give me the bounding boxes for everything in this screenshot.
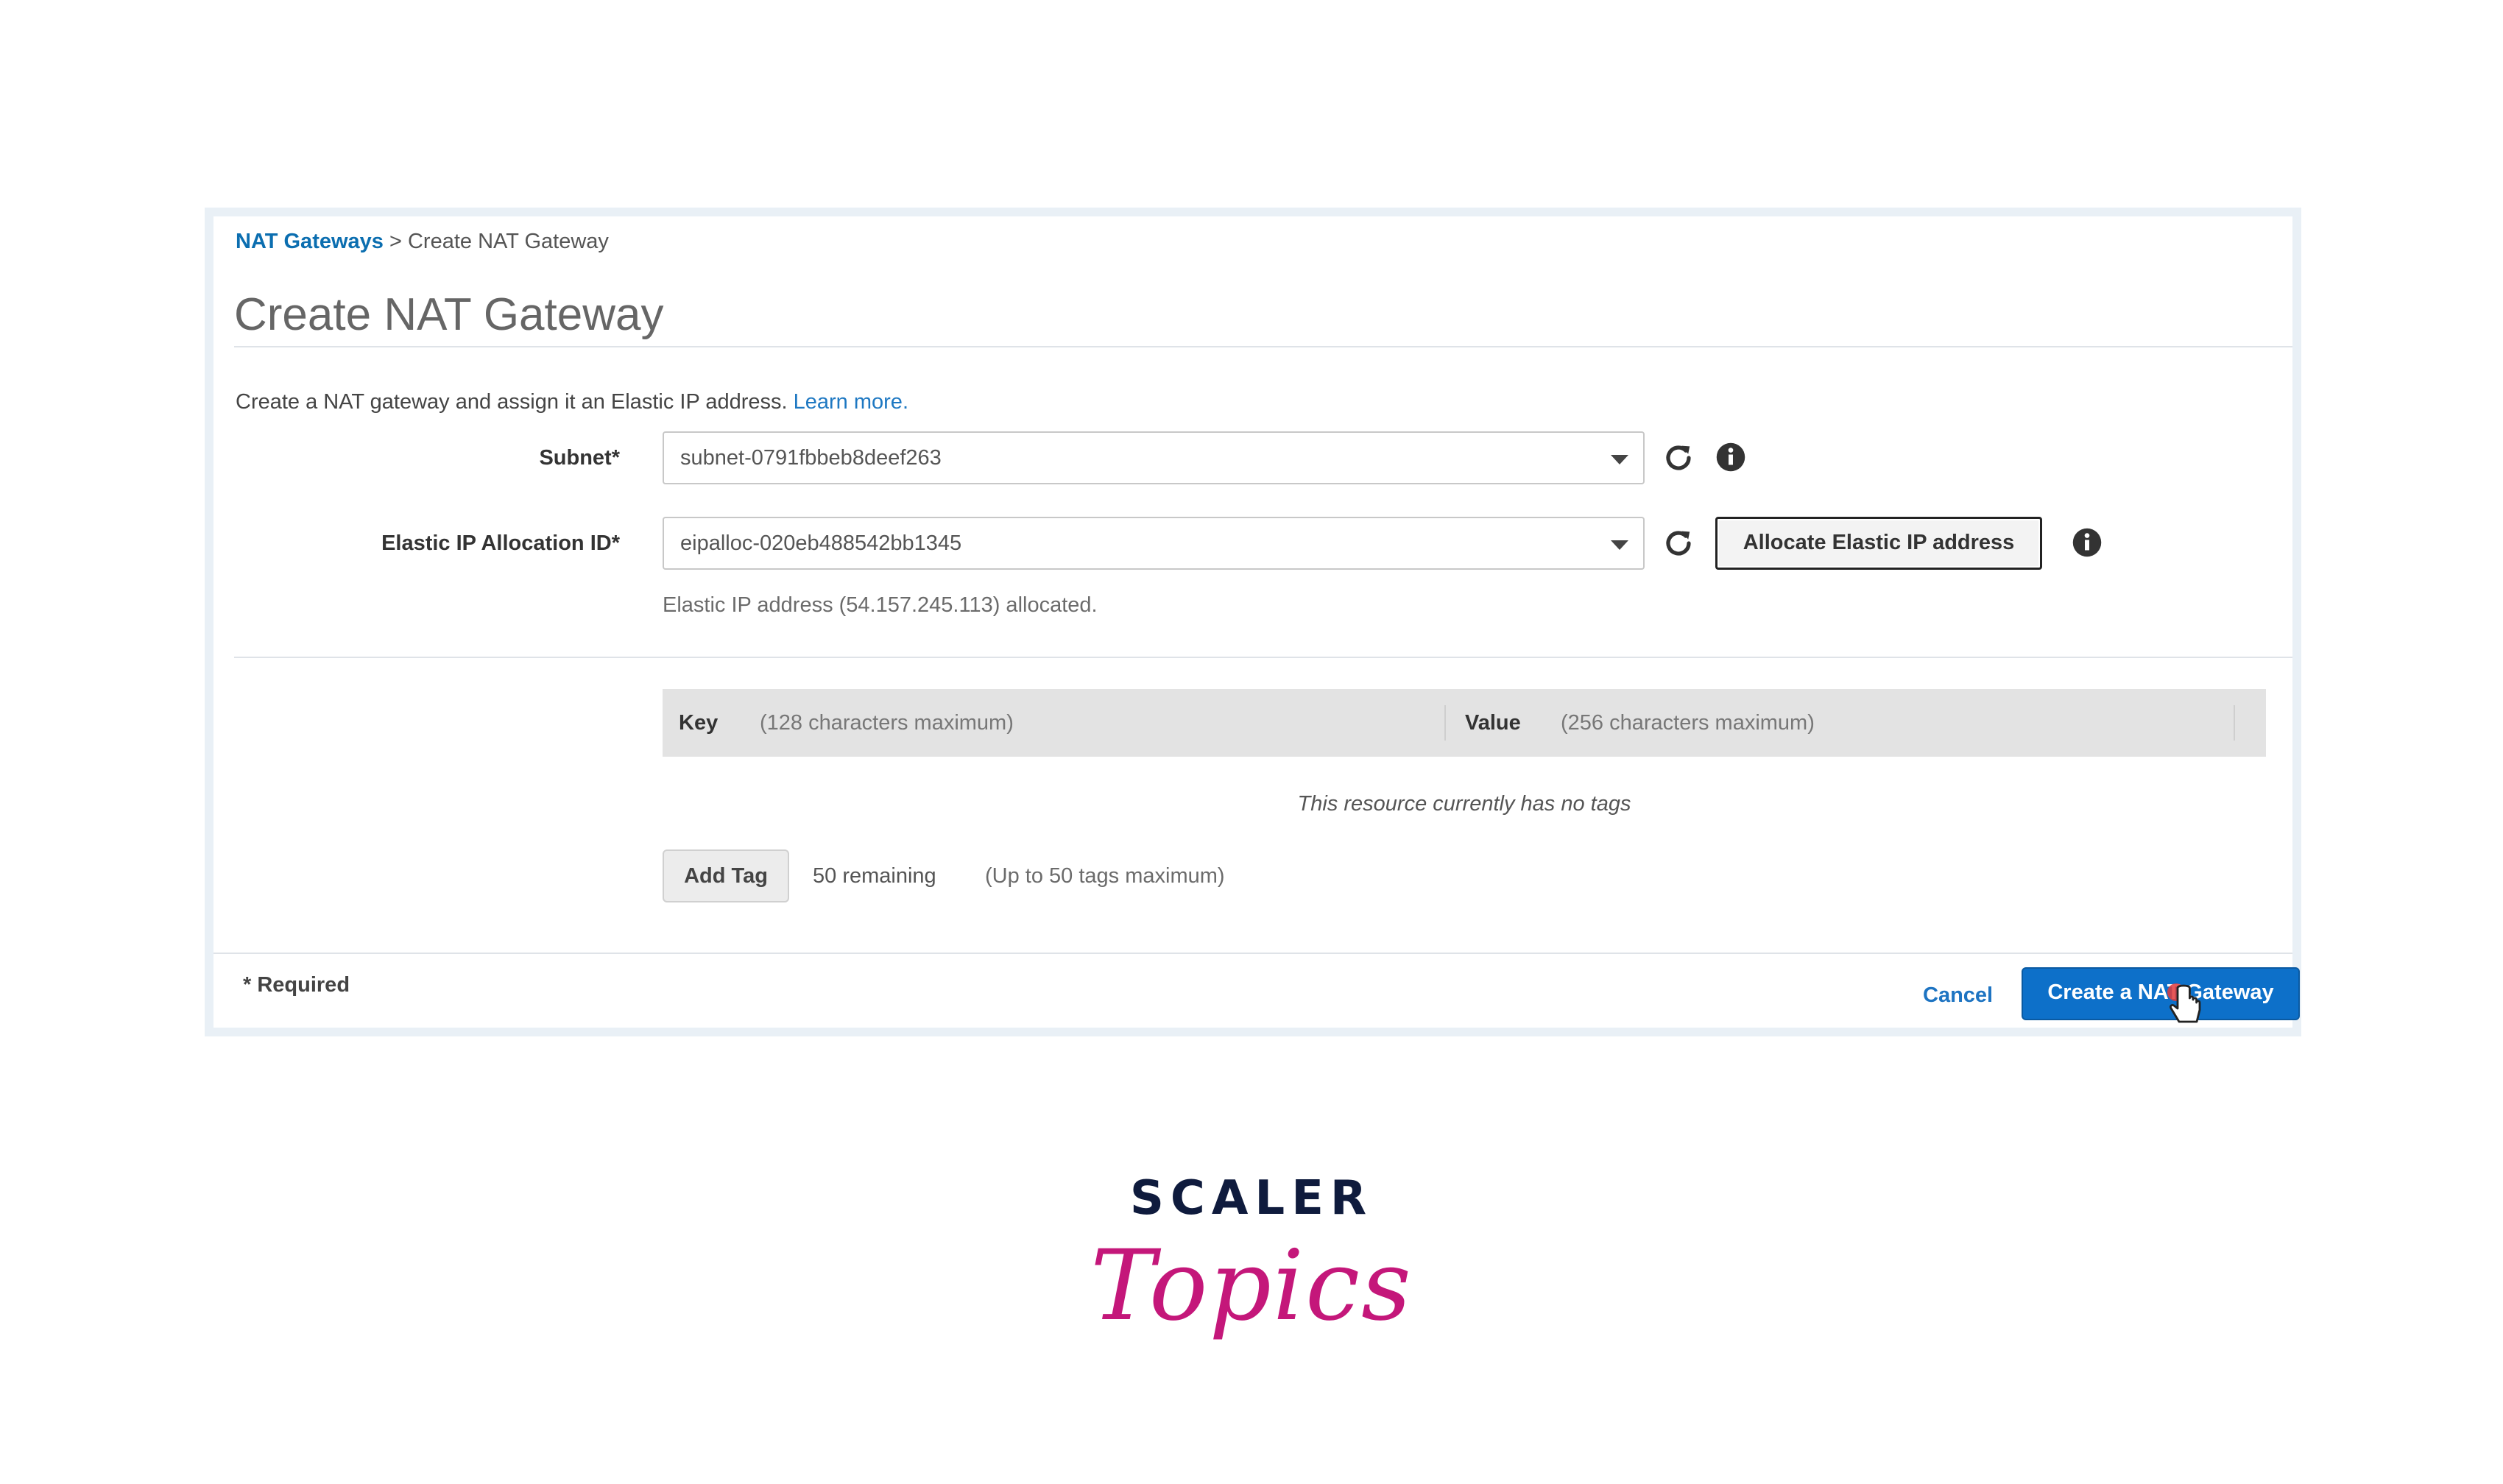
- no-tags-message: This resource currently has no tags: [1297, 792, 1631, 816]
- create-nat-gateway-button[interactable]: Create a NAT Gateway: [2022, 967, 2300, 1020]
- eip-label: Elastic IP Allocation ID*: [381, 531, 620, 555]
- subnet-label: Subnet*: [539, 446, 620, 470]
- tag-value-hint: (256 characters maximum): [1561, 711, 1815, 735]
- footer-divider: [213, 953, 2292, 954]
- refresh-icon[interactable]: [1661, 526, 1696, 561]
- eip-select-value: eipalloc-020eb488542bb1345: [680, 531, 962, 555]
- cancel-button[interactable]: Cancel: [1923, 981, 1993, 1010]
- tags-remaining: 50 remaining: [813, 864, 936, 888]
- breadcrumb: NAT Gateways > Create NAT Gateway: [236, 227, 609, 256]
- eip-select[interactable]: eipalloc-020eb488542bb1345: [663, 517, 1645, 570]
- chevron-down-icon: [1611, 540, 1628, 550]
- tag-key-hint: (128 characters maximum): [760, 711, 1014, 735]
- title-divider: [234, 346, 2292, 347]
- description-text: Create a NAT gateway and assign it an El…: [236, 390, 788, 414]
- scaler-logo-wordmark: SCALER: [1129, 1171, 1374, 1226]
- breadcrumb-separator: >: [389, 230, 402, 253]
- subnet-select[interactable]: subnet-0791fbbeb8deef263: [663, 431, 1645, 484]
- topics-logo-script: Topics: [1090, 1229, 1413, 1343]
- breadcrumb-current: Create NAT Gateway: [407, 230, 609, 253]
- add-tag-button[interactable]: Add Tag: [663, 849, 789, 902]
- required-note: * Required: [243, 973, 350, 997]
- breadcrumb-nat-gateways-link[interactable]: NAT Gateways: [236, 230, 384, 253]
- chevron-down-icon: [1611, 455, 1628, 464]
- section-divider: [234, 657, 2292, 658]
- create-nat-gateway-panel: NAT Gateways > Create NAT Gateway Create…: [205, 208, 2301, 1036]
- learn-more-link[interactable]: Learn more.: [794, 390, 908, 414]
- refresh-icon[interactable]: [1661, 440, 1696, 476]
- hand-cursor-icon: [2164, 982, 2209, 1034]
- tag-key-header: Key: [679, 711, 719, 735]
- tag-value-header: Value: [1465, 711, 1521, 735]
- info-icon[interactable]: [1715, 442, 1746, 473]
- allocate-eip-button[interactable]: Allocate Elastic IP address: [1715, 517, 2042, 570]
- info-icon[interactable]: [2072, 527, 2103, 558]
- tags-limit: (Up to 50 tags maximum): [985, 864, 1225, 888]
- page-title: Create NAT Gateway: [234, 289, 664, 340]
- column-divider: [1444, 705, 1446, 741]
- subnet-select-value: subnet-0791fbbeb8deef263: [680, 446, 942, 470]
- tags-table-header: Key (128 characters maximum) Value (256 …: [663, 689, 2266, 757]
- column-divider: [2234, 705, 2235, 741]
- page-description: Create a NAT gateway and assign it an El…: [236, 387, 908, 417]
- eip-status-text: Elastic IP address (54.157.245.113) allo…: [663, 593, 1098, 617]
